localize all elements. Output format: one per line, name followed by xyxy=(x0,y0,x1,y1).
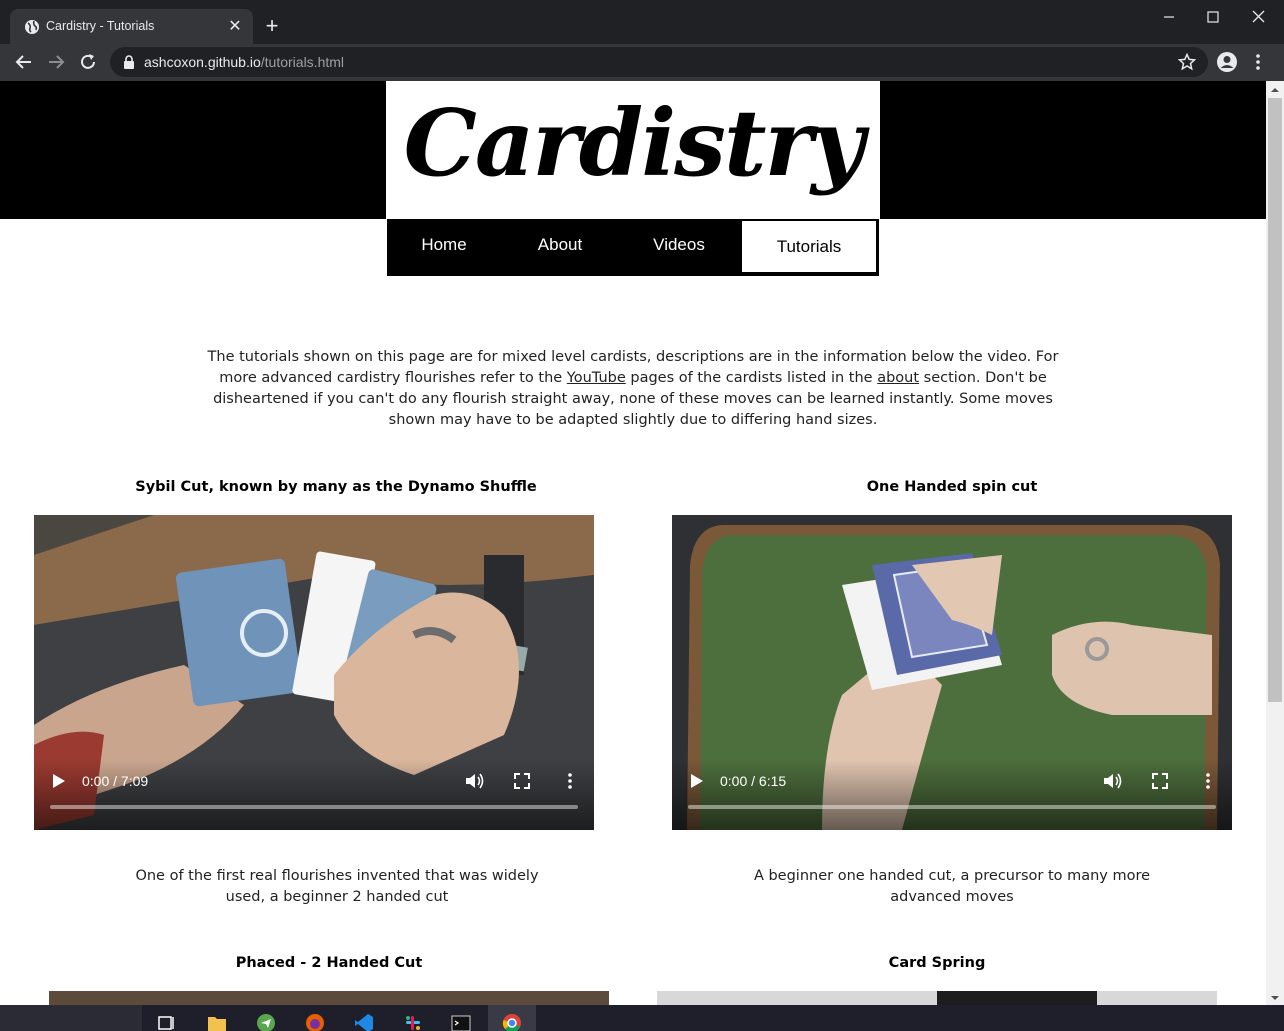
lock-icon xyxy=(124,55,134,69)
taskbar-search-box[interactable] xyxy=(0,1005,142,1031)
maximize-button[interactable] xyxy=(1190,2,1236,32)
video-description: One of the first real flourishes invente… xyxy=(135,868,539,905)
site-logo[interactable]: Cardistry xyxy=(386,81,880,219)
scroll-down-arrow-icon[interactable] xyxy=(1270,993,1280,1003)
video-time: 0:00 / 7:09 xyxy=(82,773,149,789)
video-player-spin-cut[interactable]: 0:00 / 6:15 xyxy=(672,515,1232,830)
url-path: /tutorials.html xyxy=(260,54,345,70)
play-icon[interactable] xyxy=(52,773,66,789)
video-controls xyxy=(672,760,1232,830)
logo-text: Cardistry xyxy=(403,89,865,197)
play-icon[interactable] xyxy=(690,773,704,789)
video-progress-bar[interactable] xyxy=(50,805,578,809)
task-view-icon[interactable] xyxy=(157,1013,177,1031)
taskbar-active-app[interactable] xyxy=(488,1005,536,1031)
browser-toolbar: ashcoxon.github.io/tutorials.html xyxy=(0,44,1284,81)
video-description: A beginner one handed cut, a precursor t… xyxy=(753,868,1151,905)
fullscreen-icon[interactable] xyxy=(512,771,532,791)
telegram-icon[interactable] xyxy=(256,1013,276,1031)
more-options-icon[interactable] xyxy=(560,771,580,791)
scroll-up-arrow-icon[interactable] xyxy=(1270,85,1280,95)
globe-icon xyxy=(25,20,39,34)
page-viewport: Cardistry Home About Videos Tutorials Th… xyxy=(0,81,1284,1005)
firefox-icon[interactable] xyxy=(305,1013,325,1031)
nav-about[interactable]: About xyxy=(501,219,619,276)
video-player-card-spring[interactable] xyxy=(657,991,1217,1005)
video-title: Phaced - 2 Handed Cut xyxy=(235,955,423,971)
os-taskbar xyxy=(0,1005,1284,1031)
bookmark-star-icon[interactable] xyxy=(1178,53,1196,71)
url-host: ashcoxon.github.io xyxy=(144,54,261,70)
video-player-sybil-cut[interactable]: 0:00 / 7:09 xyxy=(34,515,594,830)
slack-icon[interactable] xyxy=(403,1013,423,1031)
forward-arrow-icon[interactable] xyxy=(46,52,66,72)
youtube-link[interactable]: YouTube xyxy=(567,370,626,386)
video-controls xyxy=(34,760,594,830)
video-title: Sybil Cut, known by many as the Dynamo S… xyxy=(135,479,537,495)
address-bar[interactable]: ashcoxon.github.io/tutorials.html xyxy=(110,47,1208,77)
nav-tutorials[interactable]: Tutorials xyxy=(742,221,876,272)
tab-close-button[interactable]: ✕ xyxy=(225,17,245,37)
about-link[interactable]: about xyxy=(877,370,919,386)
terminal-icon[interactable] xyxy=(451,1013,471,1031)
nav-videos[interactable]: Videos xyxy=(619,219,739,276)
more-options-icon[interactable] xyxy=(1198,771,1218,791)
back-arrow-icon[interactable] xyxy=(14,52,34,72)
profile-avatar-icon[interactable] xyxy=(1216,51,1238,73)
vertical-scrollbar[interactable] xyxy=(1266,81,1284,1005)
main-nav: Home About Videos Tutorials xyxy=(387,219,879,276)
nav-home[interactable]: Home xyxy=(387,219,501,276)
close-window-button[interactable] xyxy=(1236,2,1282,32)
vscode-icon[interactable] xyxy=(354,1013,374,1031)
video-player-phaced[interactable] xyxy=(49,991,609,1005)
browser-tab[interactable]: Cardistry - Tutorials ✕ xyxy=(10,9,253,45)
volume-icon[interactable] xyxy=(464,771,484,791)
tab-strip: Cardistry - Tutorials ✕ + xyxy=(0,0,1284,45)
scrollbar-thumb[interactable] xyxy=(1268,98,1282,702)
video-thumbnail-shape xyxy=(937,991,1097,1005)
new-tab-button[interactable]: + xyxy=(260,15,284,39)
menu-kebab-icon[interactable] xyxy=(1250,52,1266,72)
file-explorer-icon[interactable] xyxy=(207,1013,227,1031)
tab-title: Cardistry - Tutorials xyxy=(46,19,155,33)
chrome-icon xyxy=(502,1014,521,1031)
reload-icon[interactable] xyxy=(78,52,98,72)
video-title: Card Spring xyxy=(888,955,986,971)
url-text: ashcoxon.github.io/tutorials.html xyxy=(144,54,344,70)
intro-text-2: pages of the cardists listed in the xyxy=(625,370,878,386)
intro-paragraph: The tutorials shown on this page are for… xyxy=(196,347,1070,431)
video-title: One Handed spin cut xyxy=(866,479,1038,495)
video-time: 0:00 / 6:15 xyxy=(720,773,787,789)
video-progress-bar[interactable] xyxy=(688,805,1216,809)
fullscreen-icon[interactable] xyxy=(1150,771,1170,791)
volume-icon[interactable] xyxy=(1102,771,1122,791)
minimize-button[interactable] xyxy=(1146,2,1192,32)
